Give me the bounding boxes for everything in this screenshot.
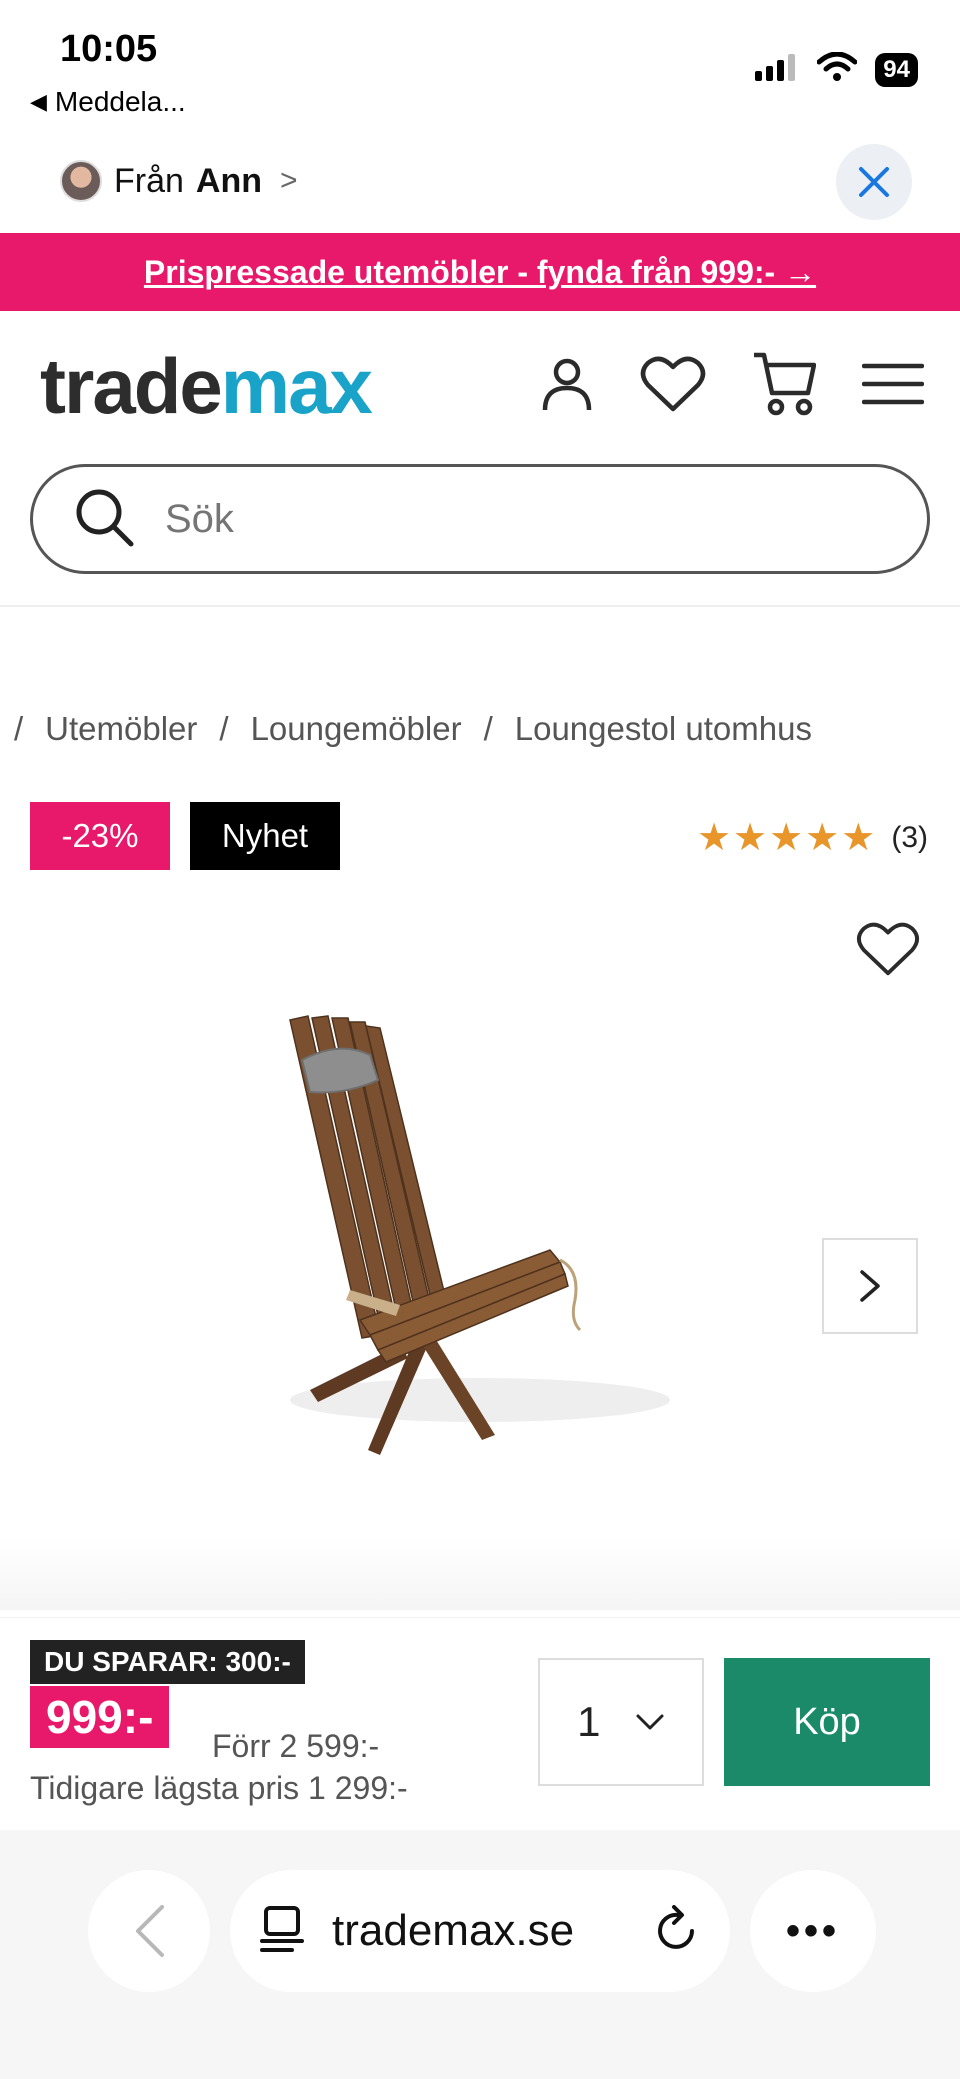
breadcrumb-separator: / (483, 710, 493, 747)
more-options-button[interactable]: ••• (750, 1870, 876, 1992)
back-to-app-button[interactable]: ◀ Meddela... (30, 86, 186, 118)
lowest-price: Tidigare lägsta pris 1 299:- (30, 1770, 408, 1806)
back-triangle-icon: ◀ (30, 89, 47, 114)
sender-link[interactable]: Från Ann > (60, 160, 298, 202)
quantity-select[interactable]: 1 (538, 1658, 704, 1786)
status-bar: 10:05 ◀ Meddela... 94 (0, 0, 960, 130)
account-icon[interactable] (540, 356, 594, 417)
breadcrumb-item-utemobler[interactable]: Utemöbler (45, 710, 197, 748)
promo-link[interactable]: Prispressade utemöbler - fynda från 999:… (144, 254, 816, 291)
next-image-button[interactable] (822, 1238, 918, 1334)
reload-icon[interactable] (654, 1904, 700, 1958)
product-rating[interactable]: ★★★★★ (3) (697, 815, 928, 860)
quantity-value: 1 (577, 1698, 601, 1745)
menu-icon[interactable] (861, 362, 925, 411)
wishlist-icon[interactable] (640, 355, 706, 418)
reader-mode-icon[interactable] (260, 1905, 304, 1958)
chevron-right-icon: > (280, 164, 298, 197)
breadcrumb-item-loungemobler[interactable]: Loungemöbler (251, 710, 462, 748)
wifi-icon (816, 51, 858, 87)
browser-toolbar: trademax.se ••• (0, 1830, 960, 2079)
new-badge: Nyhet (190, 802, 340, 870)
breadcrumb-separator: / (219, 710, 229, 747)
address-bar[interactable]: trademax.se (230, 1870, 730, 1992)
review-count: (3) (891, 820, 928, 854)
product-image-gallery[interactable] (0, 890, 960, 1610)
search-icon (73, 486, 135, 553)
breadcrumb-item-loungestol[interactable]: Loungestol utomhus (515, 710, 812, 748)
breadcrumb: / Utemöbler / Loungemöbler / Loungestol … (14, 710, 812, 748)
sticky-price-bar: DU SPARAR: 300:- 999:- Förr 2 599:- Tidi… (0, 1617, 960, 1817)
cart-icon[interactable] (752, 351, 817, 422)
logo-part-max: max (220, 342, 373, 430)
status-icons: 94 (755, 51, 918, 87)
current-price: 999:- (30, 1686, 170, 1748)
header-divider (0, 605, 960, 607)
chevron-left-icon (136, 1905, 164, 1957)
clock: 10:05 (60, 28, 158, 70)
search-input[interactable] (165, 496, 865, 542)
previous-price: Förr 2 599:- (212, 1728, 380, 1764)
battery-indicator: 94 (875, 52, 918, 87)
trademax-logo[interactable]: trademax (40, 341, 373, 432)
chevron-right-icon (860, 1270, 880, 1302)
chevron-down-icon (636, 1714, 664, 1730)
ellipsis-icon: ••• (785, 1908, 840, 1953)
savings-label: DU SPARAR: 300:- (30, 1640, 305, 1684)
close-icon (859, 167, 889, 197)
from-label: Från (114, 161, 184, 200)
breadcrumb-separator: / (14, 710, 24, 747)
close-button[interactable] (836, 144, 912, 220)
search-bar[interactable] (30, 464, 930, 574)
add-to-wishlist-button[interactable] (856, 920, 920, 983)
logo-part-trade: trade (40, 342, 223, 430)
promo-banner[interactable]: Prispressade utemöbler - fynda från 999:… (0, 233, 960, 311)
back-app-label: Meddela... (54, 86, 186, 117)
discount-badge: -23% (30, 802, 170, 870)
cellular-signal-icon (755, 53, 799, 86)
rating-stars-icon: ★★★★★ (696, 817, 878, 859)
heart-icon (856, 922, 920, 976)
header-icons (540, 351, 925, 422)
avatar (60, 160, 102, 202)
buy-button[interactable]: Köp (724, 1658, 930, 1786)
site-header: trademax (0, 311, 960, 461)
sender-name: Ann (195, 161, 263, 200)
url-text: trademax.se (332, 1906, 575, 1955)
share-bar: Från Ann > (0, 140, 960, 232)
product-image (289, 1015, 670, 1455)
browser-back-button[interactable] (88, 1870, 210, 1992)
